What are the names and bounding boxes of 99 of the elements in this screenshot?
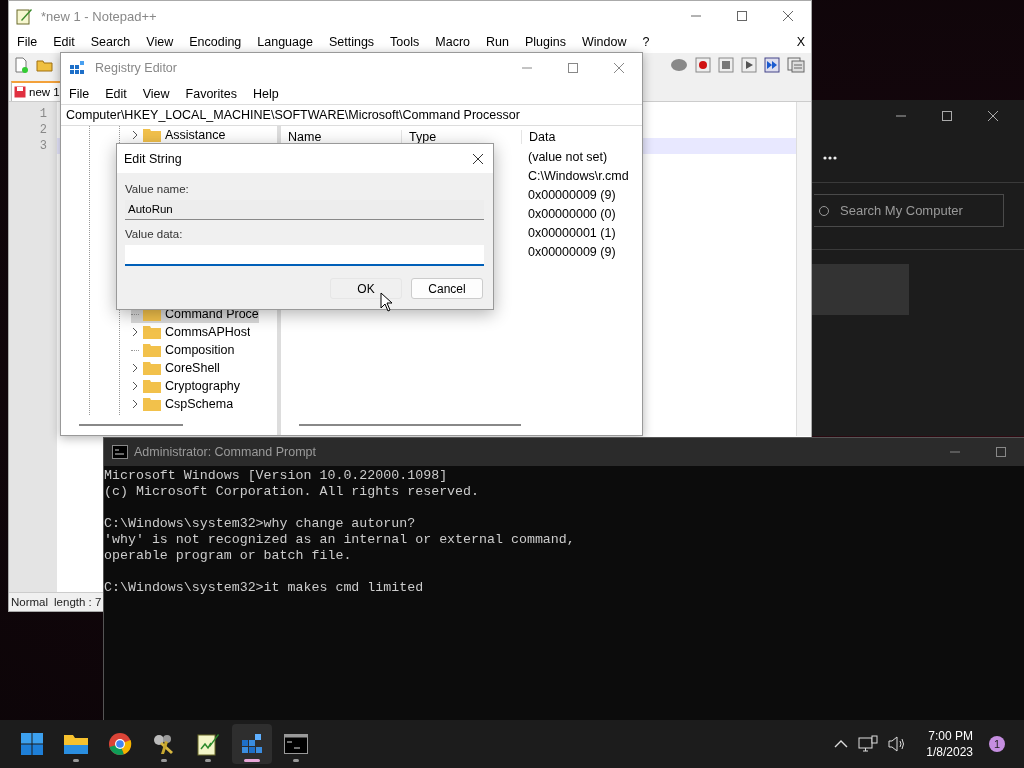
folder-icon — [63, 733, 89, 755]
menu-item[interactable]: ? — [634, 35, 658, 49]
chevron-up-icon[interactable] — [834, 739, 849, 749]
line-number: 3 — [39, 138, 47, 154]
console-line: (c) Microsoft Corporation. All rights reserved. — [104, 484, 481, 500]
stop-icon[interactable] — [718, 57, 734, 73]
line-number: 1 — [39, 106, 47, 122]
menu-item[interactable]: View — [134, 86, 178, 101]
maximize-icon[interactable] — [567, 62, 579, 74]
menu-item[interactable]: File — [9, 35, 46, 49]
record-icon[interactable] — [695, 57, 711, 73]
dialog-button[interactable]: OK — [330, 278, 402, 299]
table-cell: 0x00000000 (0) — [528, 207, 616, 221]
table-cell: 0x00000009 (9) — [528, 188, 616, 202]
table-cell: 0x00000001 (1) — [528, 226, 616, 240]
menu-item[interactable]: Help — [245, 86, 287, 101]
terminal-icon — [112, 445, 128, 459]
mouse-pointer-icon — [380, 292, 394, 312]
close-icon[interactable] — [472, 152, 484, 165]
close-icon[interactable] — [782, 10, 794, 22]
chevron-icon[interactable] — [131, 130, 139, 140]
notepad-icon — [15, 7, 33, 25]
folder-icon — [143, 325, 161, 339]
column-header[interactable]: Data — [521, 130, 556, 144]
menu-item[interactable]: Macro — [427, 35, 479, 49]
folder-icon — [143, 361, 161, 375]
notification-badge[interactable]: 1 — [989, 736, 1005, 752]
window-title: Administrator: Command Prompt — [134, 445, 316, 459]
tree-item[interactable]: CoreShell — [131, 359, 259, 377]
menu-item[interactable]: View — [138, 35, 182, 49]
table-cell: C:\Windows\r.cmd — [528, 169, 629, 183]
value-data-field[interactable] — [125, 245, 484, 266]
folder-icon — [143, 397, 161, 411]
terminal-icon — [284, 734, 308, 754]
console-line: Microsoft Windows [Version 10.0.22000.1098] — [104, 468, 449, 484]
tree-item[interactable]: Composition — [131, 341, 259, 359]
status-text: length : 7 — [54, 596, 102, 608]
maximize-icon[interactable] — [736, 10, 748, 22]
browser-icon — [108, 732, 132, 756]
window-title: *new 1 - Notepad++ — [41, 8, 157, 24]
line-number: 2 — [39, 122, 47, 138]
menu-item[interactable]: Edit — [97, 86, 135, 101]
tree-item[interactable]: Cryptography — [131, 377, 259, 395]
dialog-button[interactable]: Cancel — [411, 278, 483, 299]
cubes-icon — [69, 60, 85, 76]
notepad-icon — [197, 732, 219, 756]
fast-forward-icon[interactable] — [764, 57, 780, 73]
list-icon[interactable] — [787, 57, 805, 73]
tile[interactable] — [812, 264, 909, 315]
window-title: Registry Editor — [95, 61, 177, 75]
console-line: C:\Windows\system32>it makes cmd limited — [104, 580, 425, 596]
menu-item[interactable]: Search — [82, 35, 139, 49]
console-line: C:\Windows\system32>why change autorun? — [104, 516, 417, 532]
time-text: 7:00 PM — [928, 728, 973, 744]
column-header[interactable]: Name — [281, 130, 401, 144]
field-label: Value name: — [125, 183, 190, 195]
folder-icon[interactable] — [36, 57, 54, 73]
menu-item[interactable]: Language — [249, 35, 321, 49]
table-cell: (value not set) — [528, 150, 608, 164]
clock[interactable]: 7:00 PM 1/8/2023 — [926, 728, 973, 760]
tree-item[interactable]: CspSchema — [131, 395, 259, 413]
menu-item[interactable]: Plugins — [516, 35, 574, 49]
menu-item[interactable]: Favorites — [177, 86, 245, 101]
menu-item[interactable]: Tools — [382, 35, 428, 49]
date-text: 1/8/2023 — [926, 744, 973, 760]
address-bar[interactable]: Computer\HKEY_LOCAL_MACHINE\SOFTWARE\Microsoft\Command Processor — [61, 104, 642, 126]
menu-item[interactable]: Settings — [320, 35, 383, 49]
table-cell: 0x00000009 (9) — [528, 245, 616, 259]
cubes-icon — [240, 732, 264, 756]
menu-item[interactable]: Run — [478, 35, 517, 49]
menu-item[interactable]: Window — [573, 35, 635, 49]
tree-item[interactable]: CommsAPHost — [131, 323, 259, 341]
folder-icon — [143, 343, 161, 357]
close-document-button[interactable]: X — [796, 35, 811, 49]
menu-item[interactable]: Encoding — [181, 35, 250, 49]
close-icon[interactable] — [987, 110, 999, 122]
save-icon — [14, 86, 26, 98]
network-icon[interactable] — [858, 735, 879, 753]
more-icon[interactable] — [823, 156, 837, 160]
volume-icon[interactable] — [888, 736, 907, 752]
search-icon — [818, 205, 830, 217]
scrollbar[interactable] — [796, 102, 811, 436]
chevron-icon[interactable] — [131, 327, 139, 337]
menu-item[interactable]: File — [61, 86, 98, 101]
play-icon[interactable] — [741, 57, 757, 73]
windows-icon — [20, 732, 44, 756]
field-label: Value data: — [125, 228, 184, 240]
status-text: Normal — [11, 596, 49, 608]
document-tab[interactable]: new 1 — [11, 81, 62, 101]
maximize-icon[interactable] — [941, 110, 953, 122]
menu-item[interactable]: Edit — [45, 35, 83, 49]
console-line: 'why' is not recognized as an internal or external command, — [104, 532, 576, 548]
taskbar-button[interactable] — [232, 724, 272, 764]
dialog-title: Edit String — [124, 151, 182, 166]
console-line: operable program or batch file. — [104, 548, 353, 564]
maximize-icon[interactable] — [995, 446, 1007, 458]
search-field[interactable]: Search My Computer — [814, 194, 1004, 227]
folder-icon — [143, 379, 161, 393]
tree-item[interactable]: Assistance — [131, 126, 259, 144]
